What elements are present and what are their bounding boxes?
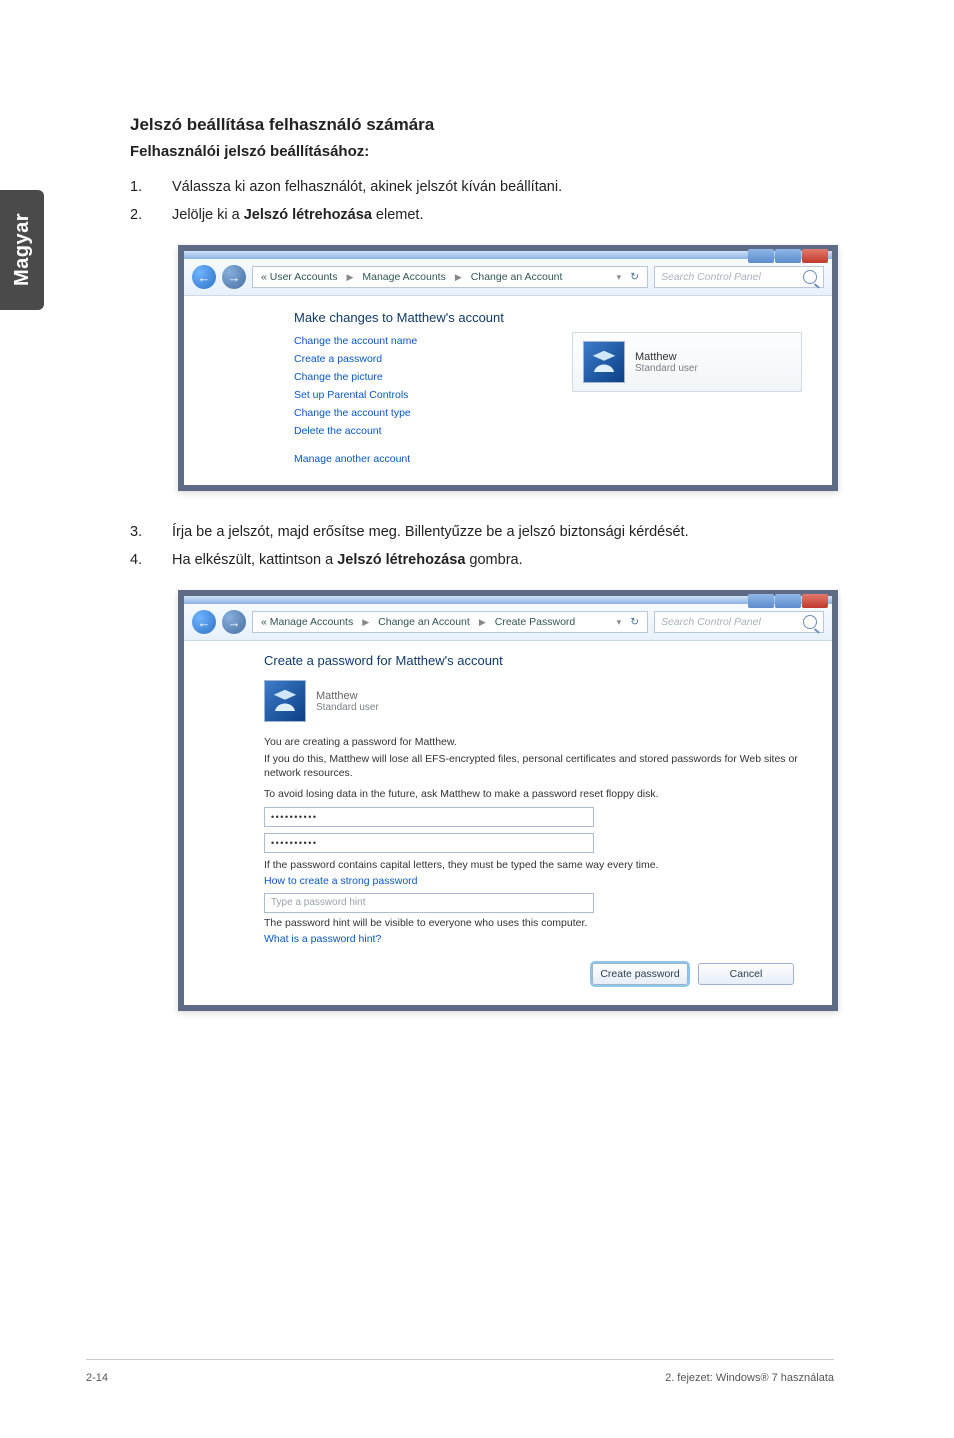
- step-3: 3. Írja be a jelszót, majd erősítse meg.…: [130, 519, 850, 547]
- step-text: Jelölje ki a Jelszó létrehozása elemet.: [172, 202, 423, 230]
- section-subtitle: Felhasználói jelszó beállításához:: [130, 143, 850, 160]
- screenshot-2: ← → « Manage Accounts▶ Change an Account…: [178, 590, 850, 1011]
- search-input[interactable]: Search Control Panel: [654, 611, 824, 633]
- window-change-account: ← → « User Accounts▶ Manage Accounts▶ Ch…: [178, 245, 838, 491]
- pane-heading: Make changes to Matthew's account: [294, 310, 804, 325]
- step-number: 3.: [130, 519, 148, 547]
- search-input[interactable]: Search Control Panel: [654, 266, 824, 288]
- avatar: [583, 341, 625, 383]
- steps-list: 1. Válassza ki azon felhasználót, akinek…: [130, 174, 850, 229]
- chapter-label: 2. fejezet: Windows® 7 használata: [665, 1372, 834, 1384]
- step-number: 1.: [130, 174, 148, 202]
- cancel-button[interactable]: Cancel: [698, 963, 794, 985]
- content-pane: Create a password for Matthew's account …: [184, 641, 832, 1005]
- link-strong-password[interactable]: How to create a strong password: [264, 875, 804, 887]
- avatar: [264, 680, 306, 722]
- maximize-button[interactable]: [775, 594, 801, 608]
- creating-for-note: You are creating a password for Matthew.: [264, 736, 804, 748]
- link-change-type[interactable]: Change the account type: [294, 407, 804, 419]
- link-delete-account[interactable]: Delete the account: [294, 425, 804, 437]
- step-4: 4. Ha elkészült, kattintson a Jelszó lét…: [130, 547, 850, 575]
- step-text: Írja be a jelszót, majd erősítse meg. Bi…: [172, 519, 689, 547]
- close-button[interactable]: [802, 249, 828, 263]
- maximize-button[interactable]: [775, 249, 801, 263]
- breadcrumb[interactable]: « Manage Accounts▶ Change an Account▶ Cr…: [252, 611, 648, 633]
- window-buttons: [748, 594, 828, 608]
- account-name: Matthew: [635, 351, 698, 363]
- account-text: Matthew Standard user: [316, 690, 379, 713]
- footer-rule: [86, 1359, 834, 1360]
- capital-note: If the password contains capital letters…: [264, 859, 804, 871]
- new-password-field[interactable]: ••••••••••: [264, 807, 594, 827]
- password-hint-field[interactable]: Type a password hint: [264, 893, 594, 913]
- screenshot-1: ← → « User Accounts▶ Manage Accounts▶ Ch…: [178, 245, 850, 491]
- account-name: Matthew: [316, 690, 379, 702]
- account-summary: Matthew Standard user: [572, 332, 802, 392]
- steps-list-cont: 3. Írja be a jelszót, majd erősítse meg.…: [130, 519, 850, 574]
- minimize-button[interactable]: [748, 594, 774, 608]
- search-icon: [803, 270, 817, 284]
- window-buttons: [748, 249, 828, 263]
- breadcrumb[interactable]: « User Accounts▶ Manage Accounts▶ Change…: [252, 266, 648, 288]
- user-icon: [270, 686, 300, 716]
- account-type: Standard user: [316, 702, 379, 713]
- page-number: 2-14: [86, 1372, 108, 1384]
- language-tab: Magyar: [0, 190, 44, 310]
- step-1: 1. Válassza ki azon felhasználót, akinek…: [130, 174, 850, 202]
- close-button[interactable]: [802, 594, 828, 608]
- minimize-button[interactable]: [748, 249, 774, 263]
- nav-row: ← → « User Accounts▶ Manage Accounts▶ Ch…: [184, 259, 832, 296]
- window-create-password: ← → « Manage Accounts▶ Change an Account…: [178, 590, 838, 1011]
- footer-row: 2-14 2. fejezet: Windows® 7 használata: [86, 1372, 834, 1384]
- user-block: Matthew Standard user: [264, 680, 804, 722]
- main-content: Jelszó beállítása felhasználó számára Fe…: [130, 115, 850, 1039]
- section-title: Jelszó beállítása felhasználó számára: [130, 115, 850, 135]
- nav-row: ← → « Manage Accounts▶ Change an Account…: [184, 604, 832, 641]
- search-icon: [803, 615, 817, 629]
- forward-button[interactable]: →: [222, 265, 246, 289]
- step-text: Ha elkészült, kattintson a Jelszó létreh…: [172, 547, 523, 575]
- link-what-is-hint[interactable]: What is a password hint?: [264, 933, 804, 945]
- confirm-password-field[interactable]: ••••••••••: [264, 833, 594, 853]
- titlebar: [178, 590, 838, 604]
- back-button[interactable]: ←: [192, 610, 216, 634]
- account-type: Standard user: [635, 363, 698, 374]
- account-text: Matthew Standard user: [635, 351, 698, 374]
- advice-text: To avoid losing data in the future, ask …: [264, 787, 804, 801]
- step-number: 4.: [130, 547, 148, 575]
- pane-heading: Create a password for Matthew's account: [264, 653, 804, 668]
- bold-term: Jelszó létrehozása: [244, 207, 372, 223]
- link-manage-another[interactable]: Manage another account: [294, 453, 410, 465]
- step-2: 2. Jelölje ki a Jelszó létrehozása eleme…: [130, 202, 850, 230]
- step-number: 2.: [130, 202, 148, 230]
- button-row: Create password Cancel: [264, 963, 804, 985]
- warning-text: If you do this, Matthew will lose all EF…: [264, 752, 804, 780]
- content-pane: Make changes to Matthew's account Change…: [184, 296, 832, 485]
- back-button[interactable]: ←: [192, 265, 216, 289]
- user-icon: [589, 347, 619, 377]
- language-label: Magyar: [11, 213, 34, 286]
- forward-button[interactable]: →: [222, 610, 246, 634]
- step-text: Válassza ki azon felhasználót, akinek je…: [172, 174, 562, 202]
- bold-term: Jelszó létrehozása: [337, 552, 465, 568]
- create-password-button[interactable]: Create password: [592, 963, 688, 985]
- hint-visibility-note: The password hint will be visible to eve…: [264, 917, 804, 929]
- titlebar: [178, 245, 838, 259]
